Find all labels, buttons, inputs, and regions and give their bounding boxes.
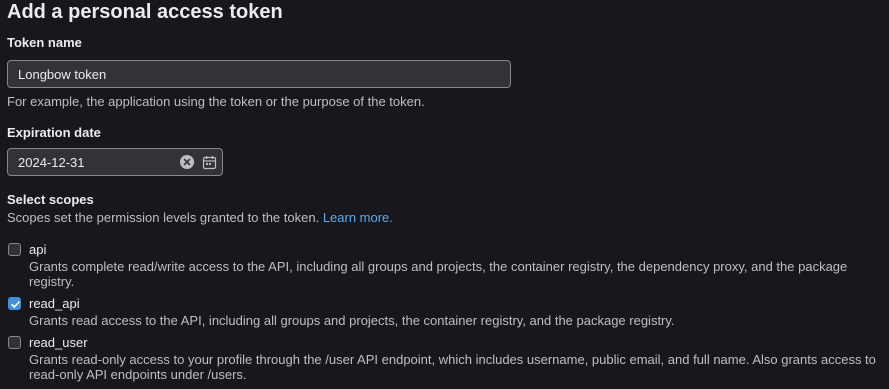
scope-description: Grants read-only access to your profile …	[29, 352, 876, 382]
clear-icon[interactable]	[180, 155, 194, 169]
checkmark-icon	[11, 301, 20, 308]
learn-more-link[interactable]: Learn more.	[323, 210, 393, 225]
scopes-help-text: Scopes set the permission levels granted…	[7, 210, 320, 225]
scopes-help: Scopes set the permission levels granted…	[7, 210, 393, 225]
scope-name[interactable]: read_user	[29, 335, 88, 350]
expiration-date-field[interactable]: 2024-12-31	[7, 148, 223, 176]
scope-name[interactable]: read_api	[29, 296, 80, 311]
scope-api-checkbox[interactable]	[8, 243, 21, 256]
select-scopes-label: Select scopes	[7, 192, 94, 207]
expiration-date-label: Expiration date	[7, 125, 101, 140]
scope-description: Grants read access to the API, including…	[29, 313, 675, 328]
calendar-icon[interactable]	[202, 155, 217, 170]
scope-read-api-checkbox[interactable]	[8, 297, 21, 310]
token-name-label: Token name	[7, 35, 82, 50]
token-form-page: Add a personal access token Token name F…	[0, 0, 889, 389]
scope-description: Grants complete read/write access to the…	[29, 259, 848, 289]
token-name-help: For example, the application using the t…	[7, 94, 425, 109]
scope-name[interactable]: api	[29, 242, 46, 257]
token-name-input[interactable]	[7, 60, 511, 88]
page-title: Add a personal access token	[7, 1, 283, 23]
expiration-date-value[interactable]: 2024-12-31	[18, 155, 85, 170]
scope-read-user-checkbox[interactable]	[8, 336, 21, 349]
